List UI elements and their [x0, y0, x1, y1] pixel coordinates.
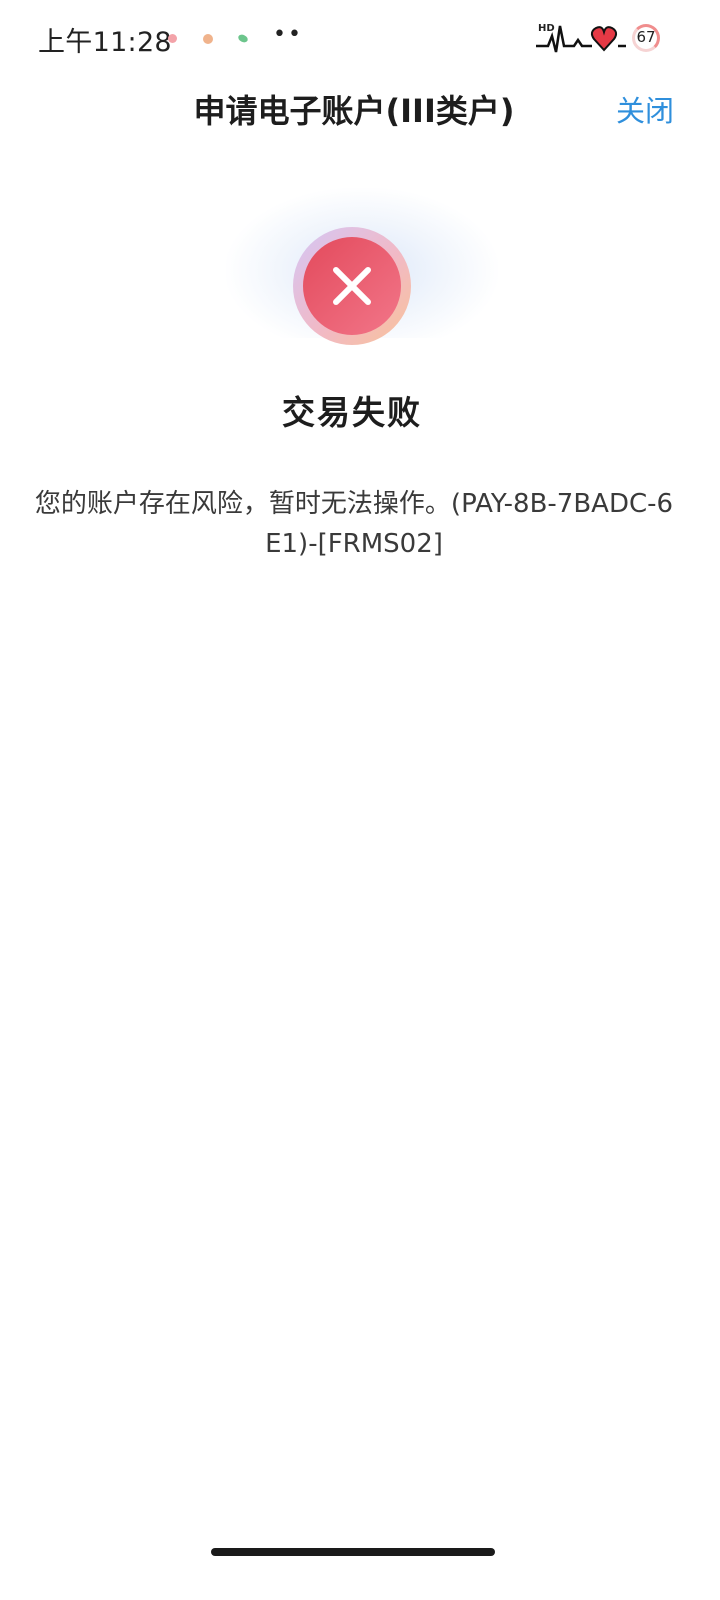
result-message: 您的账户存在风险，暂时无法操作。(PAY-8B-7BADC-6E1)-[FRMS… [34, 489, 674, 559]
close-icon [333, 267, 371, 305]
status-time: 上午11:28 [38, 27, 172, 58]
error-badge [293, 227, 411, 345]
heart-rate-icon [536, 25, 626, 53]
close-button[interactable]: 关闭 [616, 88, 674, 130]
notification-icon [203, 34, 213, 44]
more-notifications-icon: •• [273, 22, 303, 47]
status-bar: 上午11:28 •• HD 67 [0, 0, 720, 76]
screen: 上午11:28 •• HD 67 申请电子账户(III类户) 关闭 交易失败 您… [0, 0, 720, 1600]
battery-level: 67 [636, 28, 656, 46]
wechat-notification-icon [236, 33, 250, 44]
home-indicator[interactable] [211, 1548, 495, 1556]
page-title: 申请电子账户(III类户) [193, 92, 515, 130]
notification-icon [168, 34, 177, 43]
result-title: 交易失败 [282, 393, 422, 432]
nav-bar: 申请电子账户(III类户) 关闭 [0, 76, 720, 140]
error-badge-inner [303, 237, 401, 335]
